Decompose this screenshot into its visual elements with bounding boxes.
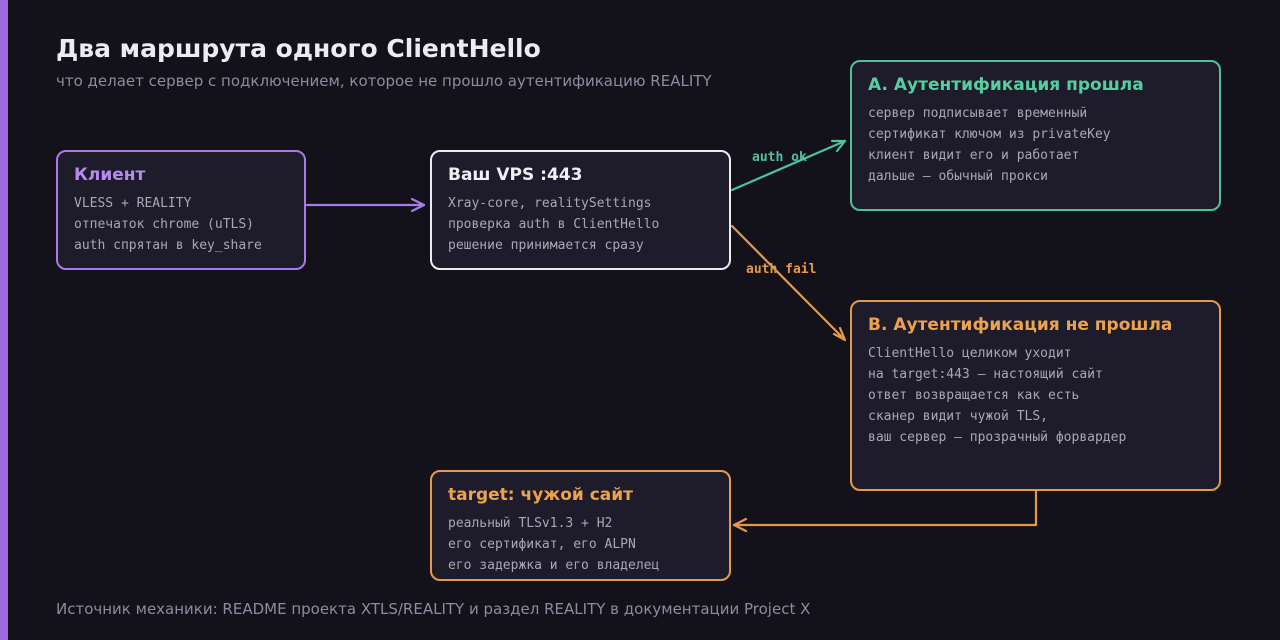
arrow-client-to-vps (305, 197, 426, 213)
node-client-line: auth спрятан в key_share (74, 238, 262, 253)
edge-label-auth-fail: auth fail (746, 262, 817, 277)
node-client-line: VLESS + REALITY (74, 196, 192, 211)
node-target-line: реальный TLSv1.3 + H2 (448, 516, 613, 531)
node-auth-fail-line: ваш сервер — прозрачный форвардер (868, 430, 1127, 445)
node-auth-ok-line: сервер подписывает временный (868, 106, 1088, 121)
source-footnote: Источник механики: README проекта XTLS/R… (56, 600, 811, 618)
node-client-title: Клиент (74, 165, 146, 185)
arrow-vps-to-auth-fail (730, 224, 847, 342)
node-vps-line: решение принимается сразу (448, 238, 644, 253)
node-vps: Ваш VPS :443 Xray-core, realitySettings … (430, 150, 731, 270)
node-vps-line: проверка auth в ClientHello (448, 217, 660, 232)
node-target: target: чужой сайт реальный TLSv1.3 + H2… (430, 470, 731, 581)
node-auth-ok-line: дальше — обычный прокси (868, 169, 1049, 184)
node-auth-fail-line: на target:443 — настоящий сайт (868, 367, 1103, 382)
node-auth-ok: A. Аутентификация прошла сервер подписыв… (850, 60, 1221, 211)
node-auth-fail-line: сканер видит чужой TLS, (868, 409, 1049, 424)
node-target-line: его сертификат, его ALPN (448, 537, 636, 552)
node-auth-ok-title: A. Аутентификация прошла (868, 75, 1144, 95)
node-target-title: target: чужой сайт (448, 485, 634, 505)
node-auth-ok-line: сертификат ключом из privateKey (868, 127, 1111, 142)
node-auth-fail-title: B. Аутентификация не прошла (868, 315, 1173, 335)
edge-label-auth-ok: auth ok (752, 150, 807, 165)
node-vps-line: Xray-core, realitySettings (448, 196, 652, 211)
node-client: Клиент VLESS + REALITY отпечаток chrome … (56, 150, 306, 270)
node-vps-title: Ваш VPS :443 (448, 165, 583, 185)
node-client-line: отпечаток chrome (uTLS) (74, 217, 255, 232)
node-target-line: его задержка и его владелец (448, 558, 660, 573)
node-auth-fail-line: ClientHello целиком уходит (868, 346, 1072, 361)
arrow-vps-to-auth-ok (730, 139, 847, 192)
node-auth-fail-line: ответ возвращается как есть (868, 388, 1080, 403)
node-auth-fail: B. Аутентификация не прошла ClientHello … (850, 300, 1221, 491)
arrow-auth-fail-to-target (732, 489, 1038, 533)
node-auth-ok-line: клиент видит его и работает (868, 148, 1080, 163)
